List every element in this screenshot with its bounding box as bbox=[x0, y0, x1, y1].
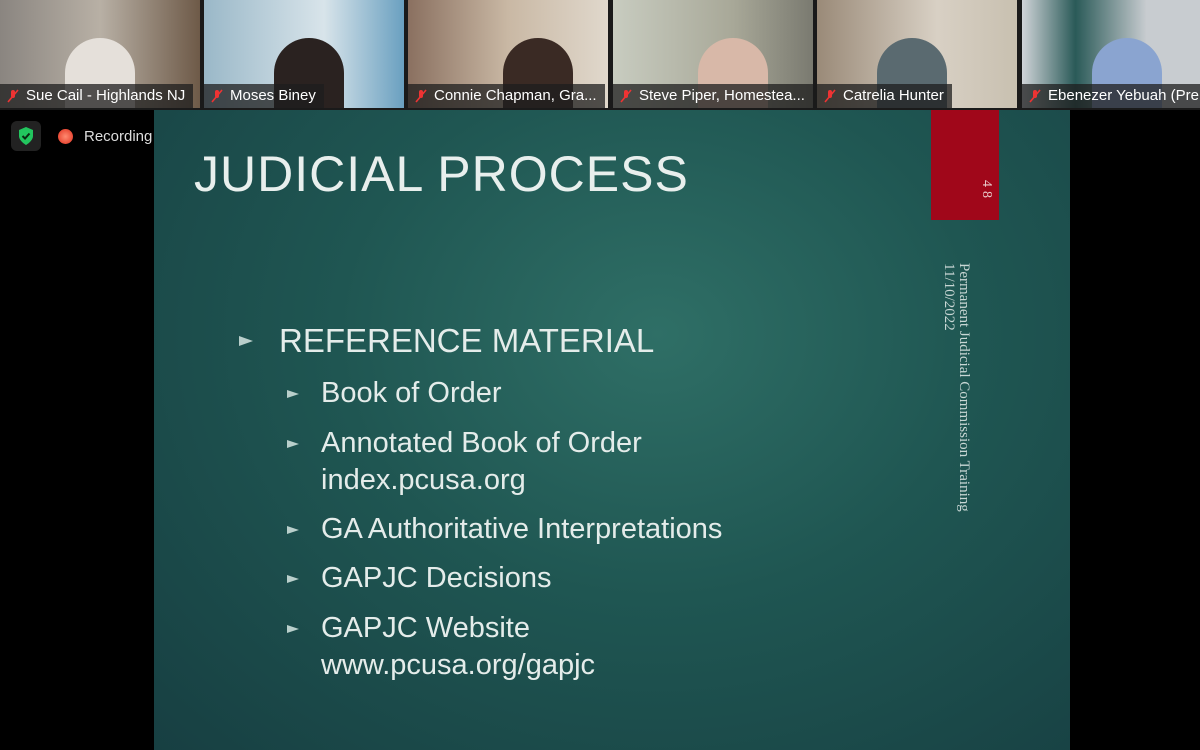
recording-indicator[interactable]: Recording bbox=[58, 128, 152, 145]
participant-name: Sue Cail - Highlands NJ bbox=[26, 87, 186, 104]
participant-name: Catrelia Hunter bbox=[843, 87, 944, 104]
footer-line-1: Permanent Judicial Commission Training bbox=[956, 263, 972, 512]
participant-tile[interactable]: Connie Chapman, Gra... bbox=[408, 0, 608, 108]
mic-muted-icon bbox=[211, 89, 223, 103]
shield-check-icon bbox=[19, 127, 33, 145]
bullet-arrow-icon bbox=[287, 625, 299, 633]
mic-muted-icon bbox=[415, 89, 427, 103]
slide-bullet: GAPJC Website www.pcusa.org/gapjc bbox=[287, 610, 595, 684]
slide-footer: Permanent Judicial Commission Training 1… bbox=[941, 263, 972, 512]
slide-bullet: Annotated Book of Order index.pcusa.org bbox=[287, 425, 642, 499]
participant-tile[interactable]: Steve Piper, Homestea... bbox=[613, 0, 813, 108]
mic-muted-icon bbox=[1029, 89, 1041, 103]
bullet-arrow-icon bbox=[287, 526, 299, 534]
participant-name: Moses Biney bbox=[230, 87, 316, 104]
mic-muted-icon bbox=[824, 89, 836, 103]
participant-tile[interactable]: Ebenezer Yebuah (Pre bbox=[1022, 0, 1200, 108]
slide-title: JUDICIAL PROCESS bbox=[194, 146, 689, 202]
slide-bullet: GA Authoritative Interpretations bbox=[287, 511, 722, 548]
footer-line-2: 11/10/2022 bbox=[941, 263, 957, 331]
security-button[interactable] bbox=[11, 121, 41, 151]
mic-muted-icon bbox=[620, 89, 632, 103]
participant-tile[interactable]: Moses Biney bbox=[204, 0, 404, 108]
bullet-arrow-icon bbox=[287, 440, 299, 448]
participant-tile[interactable]: Catrelia Hunter bbox=[817, 0, 1017, 108]
participant-tile[interactable]: Sue Cail - Highlands NJ bbox=[0, 0, 200, 108]
shared-slide: JUDICIAL PROCESS 48 Permanent Judicial C… bbox=[154, 110, 1070, 750]
slide-accent-box bbox=[931, 110, 999, 220]
participant-name: Connie Chapman, Gra... bbox=[434, 87, 597, 104]
slide-bullet: GAPJC Decisions bbox=[287, 560, 551, 597]
bullet-arrow-icon bbox=[287, 390, 299, 398]
participant-strip: Sue Cail - Highlands NJ Moses Biney Conn… bbox=[0, 0, 1200, 110]
recording-label: Recording bbox=[84, 128, 153, 145]
participant-name: Steve Piper, Homestea... bbox=[639, 87, 805, 104]
participant-name: Ebenezer Yebuah (Pre bbox=[1048, 87, 1199, 104]
slide-heading: REFERENCE MATERIAL bbox=[239, 322, 654, 360]
slide-bullet: Book of Order bbox=[287, 375, 502, 412]
bullet-arrow-icon bbox=[239, 336, 253, 346]
mic-muted-icon bbox=[7, 89, 19, 103]
slide-page-number: 48 bbox=[979, 180, 994, 202]
bullet-arrow-icon bbox=[287, 575, 299, 583]
recording-dot-icon bbox=[58, 129, 73, 144]
